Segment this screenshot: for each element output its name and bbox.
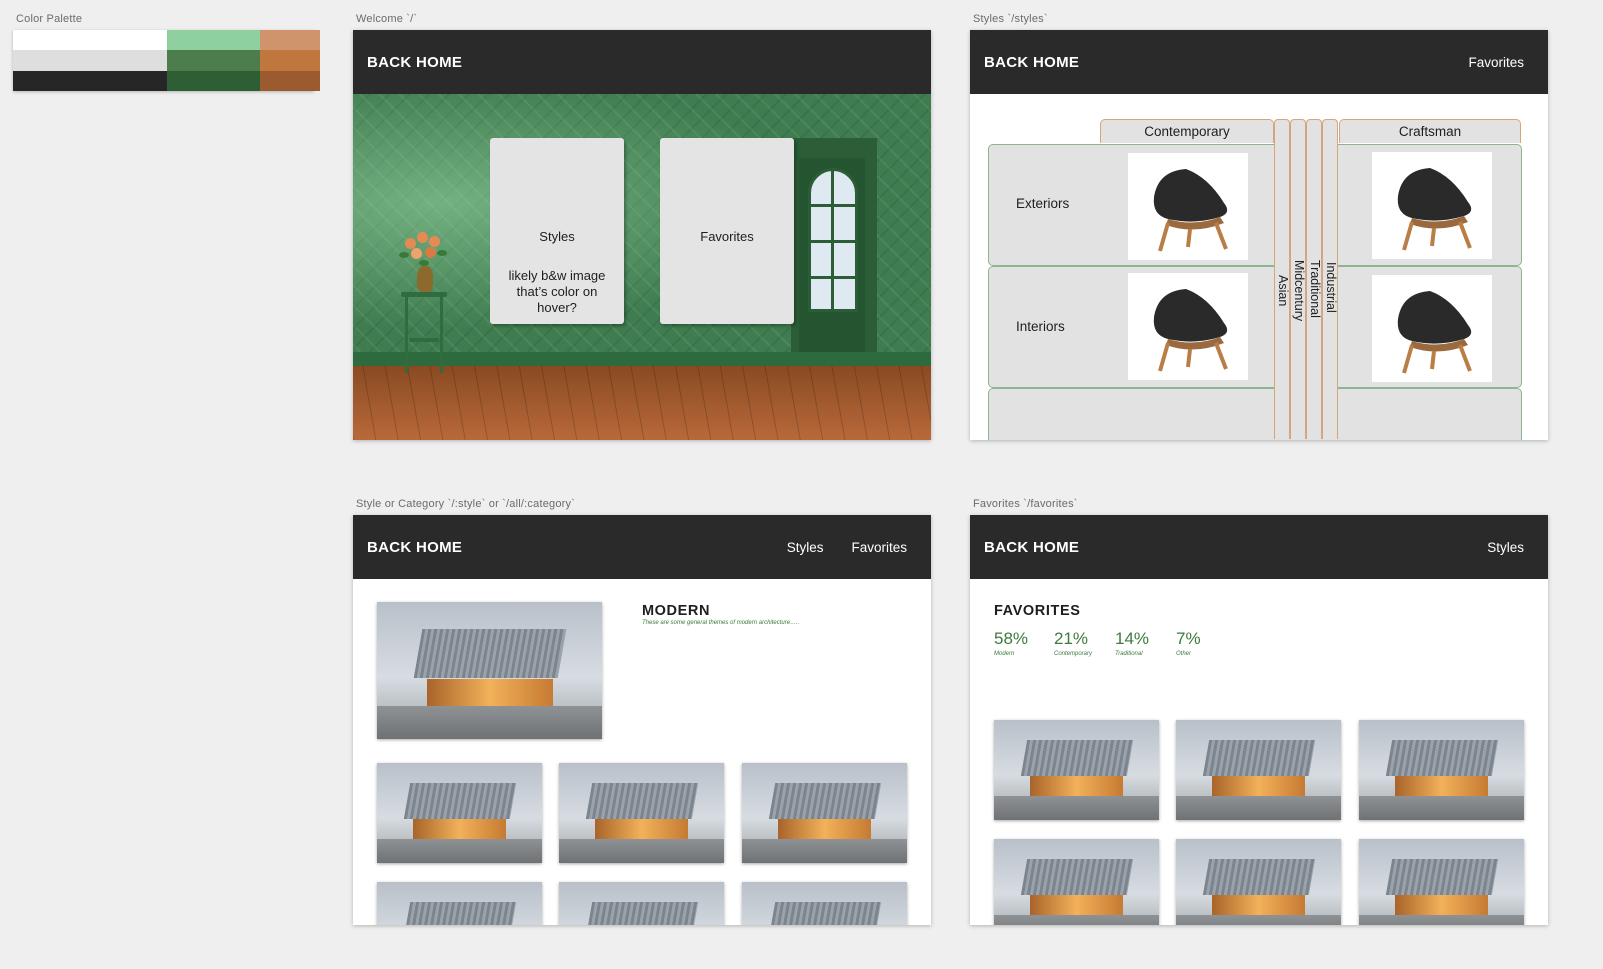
row-label: Interiors	[1016, 319, 1065, 334]
column-asian[interactable]: Asian	[1274, 119, 1290, 439]
flower-bouquet	[399, 230, 451, 270]
door-mullion	[831, 168, 834, 312]
page-title: FAVORITES	[994, 603, 1081, 619]
navbar: BACK HOME Favorites	[970, 30, 1548, 94]
palette-swatch	[260, 50, 320, 71]
color-palette	[13, 30, 320, 91]
column-craftsman[interactable]: Craftsman	[1339, 119, 1521, 143]
page-title: MODERN	[642, 603, 711, 619]
nav-links: Favorites	[1468, 55, 1534, 70]
plant-stand-leg	[440, 297, 443, 373]
brand-link[interactable]: BACK HOME	[367, 539, 462, 556]
chair-thumbnail[interactable]	[1128, 153, 1248, 260]
welcome-label: Welcome `/`	[356, 13, 418, 25]
column-label: Industrial	[1324, 262, 1338, 313]
welcome-artboard: BACK HOME Styles likely b&w image that’s…	[353, 30, 931, 440]
palette-swatch	[13, 50, 167, 71]
nav-styles-link[interactable]: Styles	[1487, 540, 1524, 555]
brand-link[interactable]: BACK HOME	[984, 54, 1079, 71]
shell-chair-icon	[1397, 168, 1472, 251]
brand-link[interactable]: BACK HOME	[367, 54, 462, 71]
building-photo[interactable]	[1359, 839, 1524, 925]
favorites-label: Favorites `/favorites`	[973, 498, 1078, 510]
palette-swatch	[260, 71, 320, 91]
room-illustration	[353, 94, 931, 440]
page-subtitle: These are some general themes of modern …	[642, 620, 800, 626]
chair-thumbnail[interactable]	[1372, 275, 1492, 382]
palette-swatch	[260, 30, 320, 50]
building-photo[interactable]	[994, 839, 1159, 925]
building-photo[interactable]	[1176, 720, 1341, 820]
building-photo[interactable]	[994, 720, 1159, 820]
chair-thumbnail[interactable]	[1372, 152, 1492, 259]
chair-thumbnail[interactable]	[1128, 273, 1248, 380]
vase	[417, 266, 433, 292]
style-category-label: Style or Category `/:style` or `/all/:ca…	[356, 498, 576, 510]
styles-card[interactable]: Styles likely b&w image that’s color on …	[490, 138, 624, 324]
favorites-artboard: BACK HOME Styles FAVORITES 58% Modern 21…	[970, 515, 1548, 925]
nav-links: Styles Favorites	[787, 540, 917, 555]
plant-stand-leg	[405, 297, 408, 373]
favorites-card-title: Favorites	[700, 229, 754, 244]
column-traditional[interactable]: Traditional	[1306, 119, 1322, 439]
navbar: BACK HOME Styles Favorites	[353, 515, 931, 579]
palette-swatch	[167, 50, 260, 71]
styles-card-note: likely b&w image that’s color on hover?	[508, 268, 606, 315]
column-label: Midcentury	[1292, 260, 1306, 322]
shell-chair-icon	[1153, 169, 1228, 252]
palette-swatch	[167, 71, 260, 91]
brand-link[interactable]: BACK HOME	[984, 539, 1079, 556]
stat-label: Modern	[994, 651, 1015, 657]
building-photo[interactable]	[377, 882, 542, 925]
styles-artboard: BACK HOME Favorites Exteriors Interiors …	[970, 30, 1548, 440]
styles-card-title: Styles	[539, 229, 575, 244]
row-label: Exteriors	[1016, 196, 1070, 211]
stat-label: Other	[1176, 651, 1192, 657]
palette-swatch	[167, 30, 260, 50]
stat-percent: 58%	[994, 629, 1029, 648]
building-photo[interactable]	[742, 763, 907, 863]
plant-stand-shelf	[409, 338, 439, 342]
palette-swatch	[13, 30, 167, 50]
nav-links: Styles	[1487, 540, 1534, 555]
nav-styles-link[interactable]: Styles	[787, 540, 824, 555]
stat-label: Contemporary	[1054, 651, 1093, 657]
stat-label: Traditional	[1115, 651, 1143, 657]
palette-swatch	[13, 71, 167, 91]
nav-favorites-link[interactable]: Favorites	[1468, 55, 1524, 70]
building-photo[interactable]	[1359, 720, 1524, 820]
stat-percent: 7%	[1176, 629, 1201, 648]
column-label: Traditional	[1308, 260, 1322, 318]
palette-label: Color Palette	[16, 13, 83, 25]
building-photo[interactable]	[1176, 839, 1341, 925]
favorites-card[interactable]: Favorites	[660, 138, 794, 324]
column-midcentury[interactable]: Midcentury	[1290, 119, 1306, 439]
styles-label: Styles `/styles`	[973, 13, 1048, 25]
building-photo[interactable]	[377, 763, 542, 863]
hero-building-photo[interactable]	[377, 602, 602, 739]
wood-floor	[353, 366, 931, 440]
building-photo[interactable]	[742, 882, 907, 925]
column-contemporary[interactable]: Contemporary	[1100, 119, 1274, 143]
shell-chair-icon	[1153, 289, 1228, 372]
column-industrial[interactable]: Industrial	[1322, 119, 1338, 439]
shell-chair-icon	[1397, 291, 1472, 374]
nav-favorites-link[interactable]: Favorites	[851, 540, 907, 555]
row-empty	[988, 388, 1522, 440]
navbar: BACK HOME	[353, 30, 931, 94]
column-label: Asian	[1276, 275, 1290, 307]
style-category-artboard: BACK HOME Styles Favorites MODERN These …	[353, 515, 931, 925]
navbar: BACK HOME Styles	[970, 515, 1548, 579]
stat-percent: 14%	[1115, 629, 1150, 648]
building-photo[interactable]	[559, 882, 724, 925]
building-photo[interactable]	[559, 763, 724, 863]
stat-percent: 21%	[1054, 629, 1089, 648]
